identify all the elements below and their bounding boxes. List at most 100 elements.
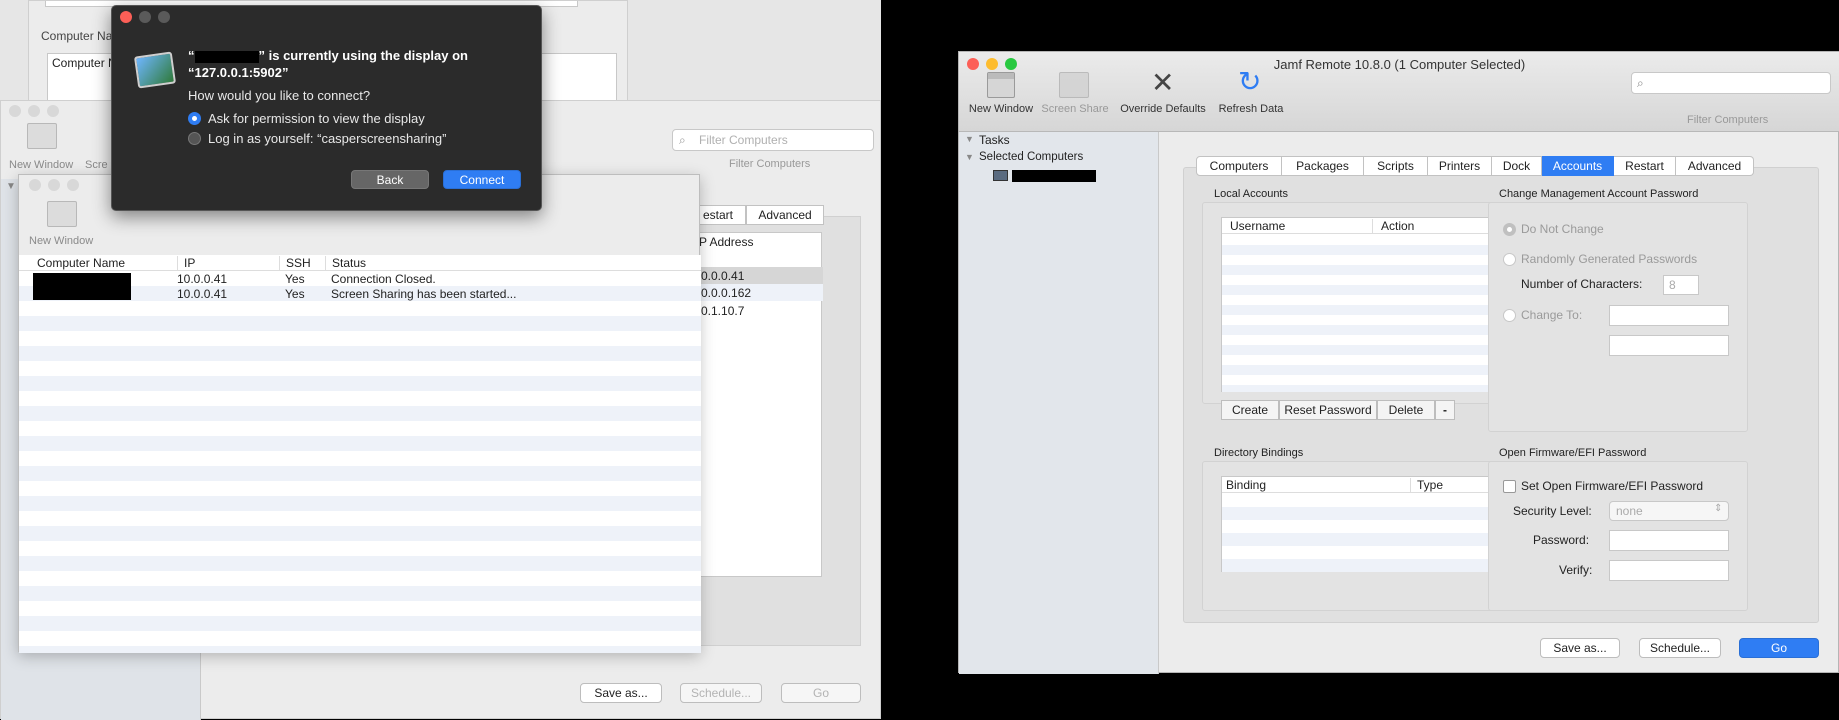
zoom-button[interactable] — [158, 11, 170, 23]
zoom-button[interactable] — [67, 179, 79, 191]
save-as-button[interactable]: Save as... — [1540, 638, 1620, 658]
refresh-data-toolbar-button[interactable]: ↻ Refresh Data — [1211, 66, 1291, 128]
screen-share-toolbar-button[interactable]: Screen Share — [1035, 70, 1115, 128]
mgmt-password-title: Change Management Account Password — [1499, 188, 1699, 200]
override-defaults-label: Override Defaults — [1120, 103, 1206, 115]
security-level-value: none — [1616, 504, 1643, 518]
back-button[interactable]: Back — [351, 170, 429, 189]
col-header-computer-name[interactable]: Computer Name — [37, 256, 125, 270]
reset-password-button[interactable]: Reset Password — [1279, 400, 1377, 420]
ssh-cell: Yes — [285, 272, 305, 286]
radio-change-to[interactable] — [1503, 309, 1516, 322]
col-header-ip[interactable]: IP — [177, 256, 195, 270]
bindings-table: Binding Type — [1221, 476, 1496, 572]
option-ask-permission-label[interactable]: Ask for permission to view the display — [208, 111, 425, 126]
go-button[interactable]: Go — [781, 683, 861, 703]
remove-button[interactable]: - — [1435, 400, 1455, 420]
bg-ip-table: P Address 0.0.0.41 0.0.0.162 0.1.10.7 — [696, 232, 823, 577]
security-level-select[interactable]: none ⇕ — [1609, 501, 1729, 521]
filter-placeholder: Filter Computers — [699, 133, 788, 147]
radio-log-in-as-yourself[interactable] — [188, 132, 201, 145]
delete-button[interactable]: Delete — [1377, 400, 1435, 420]
col-header-status[interactable]: Status — [325, 256, 366, 270]
ip-address-header: P Address — [699, 235, 754, 249]
change-to-verify-input[interactable] — [1609, 335, 1729, 356]
table-row[interactable]: 10.0.0.41 Yes Screen Sharing has been st… — [19, 286, 701, 301]
ip-cell: 10.0.0.41 — [177, 287, 228, 301]
screen-sharing-dialog: “” is currently using the display on “12… — [111, 5, 542, 211]
status-table-header: Computer Name IP SSH Status — [19, 255, 701, 271]
save-as-button[interactable]: Save as... — [580, 683, 662, 703]
security-level-label: Security Level: — [1513, 504, 1592, 518]
filter-computers-label: Filter Computers — [1687, 114, 1769, 126]
go-button[interactable]: Go — [1739, 638, 1819, 658]
jamf-remote-window: Jamf Remote 10.8.0 (1 Computer Selected)… — [958, 51, 1839, 674]
directory-bindings-title: Directory Bindings — [1214, 447, 1304, 459]
schedule-button[interactable]: Schedule... — [1639, 638, 1721, 658]
set-firmware-label[interactable]: Set Open Firmware/EFI Password — [1521, 479, 1703, 493]
firmware-password-input[interactable] — [1609, 530, 1729, 551]
disclosure-triangle-icon[interactable]: ▼ — [965, 134, 974, 144]
zoom-button[interactable] — [47, 105, 59, 117]
new-window-icon[interactable] — [47, 201, 77, 227]
col-header-username[interactable]: Username — [1230, 219, 1285, 233]
dialog-title-line1: “” is currently using the display on — [188, 48, 468, 63]
minimize-button[interactable] — [28, 105, 40, 117]
firmware-verify-input[interactable] — [1609, 560, 1729, 581]
bg-tab-advanced[interactable]: Advanced — [746, 205, 824, 225]
disclosure-triangle-icon[interactable]: ▼ — [965, 152, 974, 162]
minimize-button[interactable] — [48, 179, 60, 191]
tab-scripts[interactable]: Scripts — [1364, 156, 1428, 176]
tab-restart[interactable]: Restart — [1614, 156, 1676, 176]
schedule-button[interactable]: Schedule... — [680, 683, 762, 703]
title-suffix: ” is currently using the display on — [258, 48, 469, 63]
tab-computers[interactable]: Computers — [1196, 156, 1282, 176]
create-button[interactable]: Create — [1221, 400, 1279, 420]
col-header-ssh[interactable]: SSH — [279, 256, 311, 270]
tab-dock[interactable]: Dock — [1492, 156, 1542, 176]
tab-printers[interactable]: Printers — [1428, 156, 1492, 176]
disclosure-triangle-icon[interactable]: ▼ — [6, 181, 16, 192]
connect-button[interactable]: Connect — [443, 170, 521, 189]
change-to-password-input[interactable] — [1609, 305, 1729, 326]
bindings-rows — [1222, 494, 1496, 572]
radio-ask-permission[interactable] — [188, 112, 201, 125]
tab-packages[interactable]: Packages — [1282, 156, 1364, 176]
accounts-rows — [1222, 235, 1496, 392]
minimize-button[interactable] — [139, 11, 151, 23]
tab-bar: Computers Packages Scripts Printers Dock… — [1196, 156, 1756, 176]
new-window-icon[interactable] — [27, 123, 57, 149]
col-header-action[interactable]: Action — [1372, 219, 1414, 233]
ip-value: 0.0.0.162 — [701, 286, 752, 300]
num-chars-input[interactable]: 8 — [1663, 275, 1699, 295]
set-firmware-checkbox[interactable] — [1503, 480, 1516, 493]
close-button[interactable] — [120, 11, 132, 23]
random-passwords-label[interactable]: Randomly Generated Passwords — [1521, 252, 1697, 266]
password-label: Password: — [1533, 533, 1590, 547]
bindings-table-header: Binding Type — [1222, 477, 1496, 493]
change-to-label[interactable]: Change To: — [1521, 308, 1582, 322]
filter-search-input[interactable]: ⌕ Filter Computers — [672, 129, 874, 151]
sidebar-item-tasks[interactable]: Tasks — [979, 133, 1010, 147]
status-window: New Window Computer Name IP SSH Status 1… — [18, 174, 701, 653]
option-log-in-label[interactable]: Log in as yourself: “casperscreensharing… — [208, 131, 446, 146]
bg-tab-restart[interactable]: estart — [696, 205, 746, 225]
do-not-change-label[interactable]: Do Not Change — [1521, 222, 1604, 236]
radio-random-passwords[interactable] — [1503, 253, 1516, 266]
redacted-computer-name[interactable] — [1012, 170, 1096, 182]
sidebar-item-selected-computers[interactable]: Selected Computers — [979, 151, 1083, 163]
tab-accounts[interactable]: Accounts — [1542, 156, 1614, 176]
radio-do-not-change[interactable] — [1503, 223, 1516, 236]
close-button[interactable] — [29, 179, 41, 191]
override-defaults-toolbar-button[interactable]: ✕ Override Defaults — [1115, 67, 1211, 128]
close-button[interactable] — [9, 105, 21, 117]
new-window-toolbar-button[interactable]: New Window — [965, 70, 1037, 128]
col-header-type[interactable]: Type — [1410, 478, 1443, 492]
tools-icon: ✕ — [1151, 67, 1175, 98]
refresh-data-label: Refresh Data — [1218, 103, 1284, 115]
tab-advanced[interactable]: Advanced — [1676, 156, 1754, 176]
filter-search-input[interactable]: ⌕ — [1631, 72, 1831, 94]
table-row[interactable]: 10.0.0.41 Yes Connection Closed. — [19, 271, 701, 286]
status-cell: Screen Sharing has been started... — [331, 287, 517, 301]
col-header-binding[interactable]: Binding — [1226, 478, 1266, 492]
